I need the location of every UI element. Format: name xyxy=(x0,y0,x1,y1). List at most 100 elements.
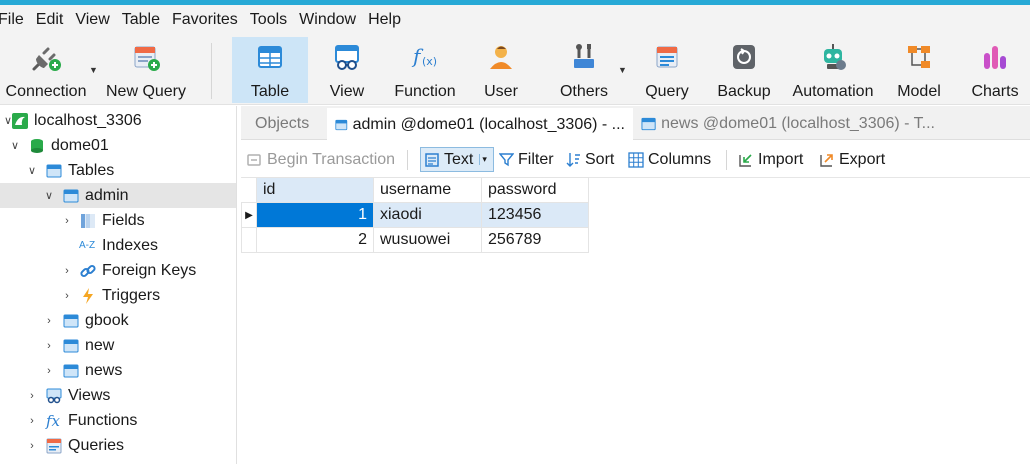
column-header-username[interactable]: username xyxy=(373,177,482,203)
robot-icon xyxy=(824,44,846,70)
cell-id[interactable]: 2 xyxy=(256,227,374,253)
chevron-right-icon[interactable]: › xyxy=(61,290,73,302)
function-icon: fx xyxy=(46,411,61,430)
user-button[interactable]: User xyxy=(470,37,532,103)
cell-username[interactable]: xiaodi xyxy=(373,202,482,228)
tree-views-label: Views xyxy=(68,386,111,404)
new-query-button[interactable]: New Query xyxy=(102,37,190,103)
table-icon xyxy=(63,314,79,327)
tab-news-table[interactable]: news @dome01 (localhost_3306) - T... xyxy=(633,108,943,140)
menu-favorites[interactable]: Favorites xyxy=(172,5,238,35)
view-button[interactable]: View xyxy=(314,37,380,103)
chevron-right-icon[interactable]: › xyxy=(26,390,38,402)
table-row[interactable]: 2 wusuowei 256789 xyxy=(241,227,589,253)
svg-text:(x): (x) xyxy=(422,55,437,68)
chevron-right-icon[interactable]: › xyxy=(43,340,55,352)
chevron-right-icon[interactable]: › xyxy=(43,315,55,327)
chevron-right-icon[interactable]: › xyxy=(43,365,55,377)
text-dropdown-icon[interactable]: ▾ xyxy=(479,154,487,165)
query-button[interactable]: Query xyxy=(634,37,700,103)
chevron-down-icon[interactable]: ∨ xyxy=(9,139,21,152)
toolbar-separator xyxy=(407,150,408,170)
menu-table[interactable]: Table xyxy=(122,5,160,35)
begin-transaction-button[interactable]: Begin Transaction xyxy=(247,147,395,172)
table-row[interactable]: ▶ 1 xiaodi 123456 xyxy=(241,202,589,228)
sort-az-icon: A-Z xyxy=(79,239,96,251)
user-icon xyxy=(490,46,512,69)
table-icon xyxy=(63,339,79,352)
tree-table-gbook[interactable]: › gbook xyxy=(0,308,236,333)
tree-triggers[interactable]: › Triggers xyxy=(0,283,236,308)
filter-button[interactable]: Filter xyxy=(499,147,554,172)
tree-table-new[interactable]: › new xyxy=(0,333,236,358)
backup-button[interactable]: Backup xyxy=(710,37,778,103)
menu-window[interactable]: Window xyxy=(299,5,356,35)
tree-functions[interactable]: › fx Functions xyxy=(0,408,236,433)
function-icon: f (x) xyxy=(411,44,437,68)
function-button[interactable]: f (x) Function xyxy=(386,37,464,103)
new-query-icon xyxy=(134,46,160,71)
text-view-button[interactable]: Text ▾ xyxy=(420,147,494,172)
automation-button[interactable]: Automation xyxy=(786,37,880,103)
tree-indexes[interactable]: A-Z Indexes xyxy=(0,233,236,258)
import-button[interactable]: Import xyxy=(738,147,803,172)
charts-button[interactable]: Charts xyxy=(964,37,1026,103)
query-icon xyxy=(656,46,678,68)
chevron-right-icon[interactable]: › xyxy=(61,215,73,227)
text-view-label: Text xyxy=(444,150,474,168)
tab-bar: Objects admin @dome01 (localhost_3306) -… xyxy=(241,106,1030,140)
columns-button[interactable]: Columns xyxy=(628,147,711,172)
tree-table-news[interactable]: › news xyxy=(0,358,236,383)
tree-views[interactable]: › Views xyxy=(0,383,236,408)
chevron-down-icon[interactable]: ∨ xyxy=(26,164,38,177)
menu-edit[interactable]: Edit xyxy=(36,5,64,35)
cell-password[interactable]: 123456 xyxy=(481,202,589,228)
chevron-down-icon[interactable]: ∨ xyxy=(43,189,55,202)
tree-table-news-label: news xyxy=(85,361,123,379)
tree-database[interactable]: ∨ dome01 xyxy=(0,133,236,158)
new-query-label: New Query xyxy=(105,83,187,100)
model-button[interactable]: Model xyxy=(888,37,950,103)
tree-foreign-keys[interactable]: › Foreign Keys xyxy=(0,258,236,283)
user-label: User xyxy=(484,83,518,100)
menu-tools[interactable]: Tools xyxy=(250,5,287,35)
others-dropdown-icon[interactable]: ▼ xyxy=(618,65,627,75)
table-icon xyxy=(63,189,79,202)
chevron-right-icon[interactable]: › xyxy=(26,440,38,452)
menu-view[interactable]: View xyxy=(75,5,109,35)
view-icon xyxy=(335,45,359,70)
connection-dropdown-icon[interactable]: ▼ xyxy=(89,65,98,75)
transaction-icon xyxy=(247,153,261,166)
tree-tables-group[interactable]: ∨ Tables xyxy=(0,158,236,183)
menu-help[interactable]: Help xyxy=(368,5,401,35)
function-label: Function xyxy=(394,83,456,100)
charts-icon xyxy=(984,46,1006,69)
tree-fields[interactable]: › Fields xyxy=(0,208,236,233)
tree-connection[interactable]: ∨ localhost_3306 xyxy=(0,108,236,133)
others-button[interactable]: Others xyxy=(552,37,616,103)
tab-news-label: news @dome01 (localhost_3306) - T... xyxy=(661,115,935,132)
tab-objects[interactable]: Objects xyxy=(247,108,325,140)
automation-label: Automation xyxy=(792,83,874,100)
toolbar-separator xyxy=(211,43,212,99)
column-header-password[interactable]: password xyxy=(481,177,589,203)
cell-password[interactable]: 256789 xyxy=(481,227,589,253)
cell-username[interactable]: wusuowei xyxy=(373,227,482,253)
sort-button[interactable]: Sort xyxy=(566,147,614,172)
connection-button[interactable]: Connection xyxy=(0,37,92,103)
chevron-right-icon[interactable]: › xyxy=(26,415,38,427)
others-label: Others xyxy=(559,83,608,100)
chevron-right-icon[interactable]: › xyxy=(61,265,73,277)
column-header-id[interactable]: id xyxy=(256,177,374,203)
tree-queries-label: Queries xyxy=(68,436,125,454)
tab-admin-table[interactable]: admin @dome01 (localhost_3306) - ... xyxy=(327,108,633,140)
current-row-arrow-icon: ▶ xyxy=(241,202,257,228)
menu-file[interactable]: File xyxy=(0,5,24,35)
tree-queries[interactable]: › Queries xyxy=(0,433,236,458)
export-button[interactable]: Export xyxy=(819,147,885,172)
filter-label: Filter xyxy=(518,150,554,168)
fields-icon xyxy=(81,213,95,228)
table-button[interactable]: Table xyxy=(232,37,308,103)
cell-id[interactable]: 1 xyxy=(256,202,374,228)
tree-table-admin[interactable]: ∨ admin xyxy=(0,183,236,208)
